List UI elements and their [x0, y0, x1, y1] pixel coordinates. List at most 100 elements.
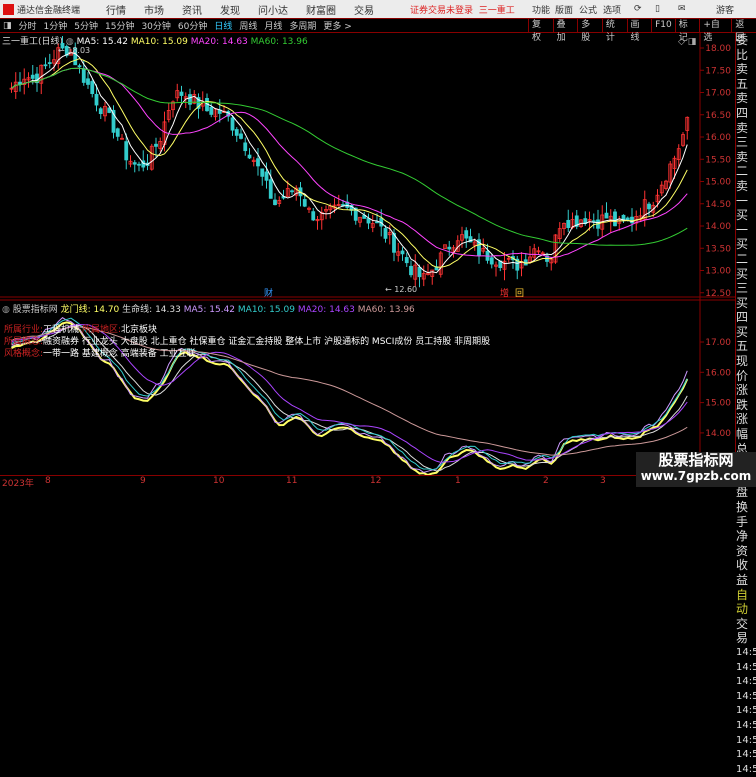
date-tick: 2023年 [2, 479, 34, 489]
quote-label: 14:5 [736, 690, 756, 702]
candle-body [417, 266, 422, 278]
candle-body [132, 162, 137, 165]
date-tick: 12 [370, 476, 382, 486]
ind-y-tick-label: 15.00 [705, 399, 731, 409]
candle-body [566, 219, 571, 228]
y-tick-label: 14.50 [705, 200, 731, 210]
quote-label: 买二 [736, 237, 749, 266]
candle-body [115, 128, 120, 137]
candle-body [154, 143, 158, 147]
candle-body [290, 190, 294, 193]
candle-body [613, 211, 617, 227]
event-mark-zeng: 增 [500, 287, 509, 299]
candle-body [311, 211, 316, 221]
style-row: 风格概念:一带一路 基建概念 高端装备 工业互联 [4, 346, 196, 359]
quote-label: 14:5 [736, 661, 756, 673]
indicator-settings-icon[interactable]: ◍ [2, 305, 10, 315]
candle-body [209, 106, 214, 115]
quote-label: 换手 [736, 500, 749, 529]
candle-body [247, 154, 252, 159]
date-tick: 10 [213, 476, 225, 486]
candle-body [447, 246, 452, 250]
candle-body [375, 221, 379, 224]
shengming-value: 生命线: 14.33 [122, 305, 181, 315]
ind-y-tick-label: 17.00 [705, 338, 731, 348]
quote-label: 涨幅 [736, 412, 749, 442]
ind-y-tick-label: 14.00 [705, 429, 731, 439]
y-tick-label: 13.00 [705, 267, 731, 277]
watermark-url: www.7gpzb.com [640, 469, 752, 483]
quote-panel: 委比卖五卖四卖三卖二卖一买一买二买三买四买五现价涨跌涨幅总量外盘换手净资收益自动… [735, 33, 756, 775]
ma20-line [11, 67, 688, 259]
longmen-value: 龙门线: 14.70 [60, 305, 120, 315]
kline-chart[interactable]: 18.00 17.50 17.00 16.50 16.00 15.50 15.00 14.50… [0, 0, 735, 487]
low-price-label: ← 12.60 [385, 285, 417, 294]
quote-label: 涨跌 [736, 383, 749, 412]
candle-body [94, 93, 99, 106]
quote-label: 卖四 [736, 91, 749, 120]
candle-body [43, 64, 48, 67]
watermark: 股票指标网 www.7gpzb.com [636, 452, 756, 487]
candle-body [264, 171, 269, 181]
watermark-title: 股票指标网 [658, 451, 734, 469]
candle-body [256, 158, 260, 167]
date-tick: 9 [140, 476, 146, 486]
date-tick: 8 [45, 476, 51, 486]
y-tick-label: 17.00 [705, 89, 731, 99]
candle-body [30, 74, 35, 79]
candle-body [239, 133, 243, 139]
candle-body [273, 199, 277, 206]
quote-label: 收益 [736, 558, 749, 587]
quote-label: 自动 [736, 587, 749, 617]
candle-body [98, 108, 103, 115]
y-tick-label: 12.50 [705, 289, 731, 299]
date-tick: 1 [455, 476, 461, 486]
candle-body [86, 78, 90, 85]
candle-body [489, 257, 494, 265]
candle-body [268, 179, 273, 199]
ind-ma5-value: MA5: 15.42 [183, 305, 236, 315]
quote-label: 14:5 [736, 676, 756, 688]
y-tick-label: 14.00 [705, 222, 731, 232]
style-value: 一带一路 基建概念 高端装备 工业互联 [43, 349, 196, 359]
quote-label: 买一 [736, 208, 749, 237]
quote-label: 净资 [736, 529, 749, 558]
candle-body [400, 250, 405, 255]
quote-label: 14:5 [736, 763, 756, 775]
candle-body [464, 230, 469, 239]
candle-body [18, 81, 22, 85]
quote-label: 买四 [736, 295, 749, 325]
quote-label: 买三 [736, 266, 749, 296]
date-axis: 2023年 8 9 10 11 12 1 2 3 [0, 475, 735, 489]
y-tick-label: 16.00 [705, 133, 731, 143]
date-tick: 3 [600, 476, 606, 486]
quote-label: 卖三 [736, 120, 749, 150]
candle-body [137, 163, 141, 166]
candle-body [124, 141, 129, 161]
candle-body [179, 91, 184, 96]
ind-ma10-value: MA10: 15.09 [237, 305, 295, 315]
candle-body [647, 203, 651, 210]
candle-body [604, 212, 609, 219]
candle-body [383, 228, 388, 239]
quote-label: 14:5 [736, 719, 756, 731]
y-tick-label: 15.50 [705, 155, 731, 165]
candle-body [243, 142, 248, 152]
candle-body [366, 218, 371, 224]
ma5-line [11, 52, 688, 274]
quote-label: 买五 [736, 324, 749, 354]
quote-label: 14:5 [736, 749, 756, 761]
quote-label: 14:5 [736, 705, 756, 717]
quote-label: 14:5 [736, 646, 756, 658]
y-tick-label: 16.50 [705, 111, 731, 121]
date-tick: 2 [543, 476, 549, 486]
tool-fanhui[interactable]: 返回 [731, 19, 756, 43]
ma10-line [11, 58, 688, 268]
candle-body [81, 68, 86, 83]
event-mark-hui: 回 [515, 288, 524, 299]
candle-body [234, 129, 239, 136]
candle-body [404, 257, 409, 264]
diamond-icon: ◇ ◨ [678, 37, 696, 47]
quote-label: 现价 [736, 354, 749, 383]
candle-body [90, 81, 95, 94]
